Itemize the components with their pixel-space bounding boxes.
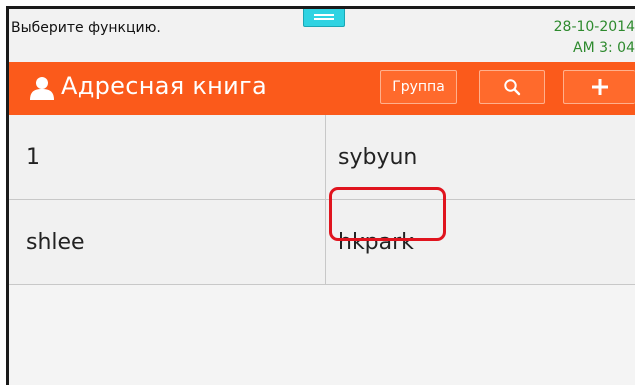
address-book-header: Адресная книга Группа bbox=[9, 62, 635, 115]
table-row: shlee hkpark bbox=[9, 200, 635, 285]
group-button[interactable]: Группа bbox=[380, 70, 457, 104]
contact-entry[interactable]: shlee bbox=[9, 200, 326, 284]
plus-icon bbox=[591, 79, 608, 95]
status-message: Выберите функцию. bbox=[11, 20, 161, 36]
status-time: AM 3: 04 bbox=[573, 40, 635, 56]
status-bar: Выберите функцию. 28-10-2014 AM 3: 04 bbox=[9, 9, 635, 62]
device-screen: Выберите функцию. 28-10-2014 AM 3: 04 Ад… bbox=[6, 6, 635, 385]
table-row: 1 sybyun bbox=[9, 115, 635, 200]
search-icon bbox=[504, 79, 521, 96]
pull-down-handle[interactable] bbox=[303, 9, 345, 27]
status-date: 28-10-2014 bbox=[553, 19, 635, 35]
page-title: Адресная книга bbox=[61, 72, 267, 100]
selection-highlight bbox=[329, 187, 446, 241]
person-icon bbox=[30, 77, 54, 100]
add-contact-button[interactable] bbox=[563, 70, 635, 104]
group-button-label: Группа bbox=[392, 79, 445, 95]
search-button[interactable] bbox=[479, 70, 545, 104]
contact-grid: 1 sybyun shlee hkpark bbox=[9, 115, 635, 285]
contact-entry[interactable]: 1 bbox=[9, 115, 326, 199]
